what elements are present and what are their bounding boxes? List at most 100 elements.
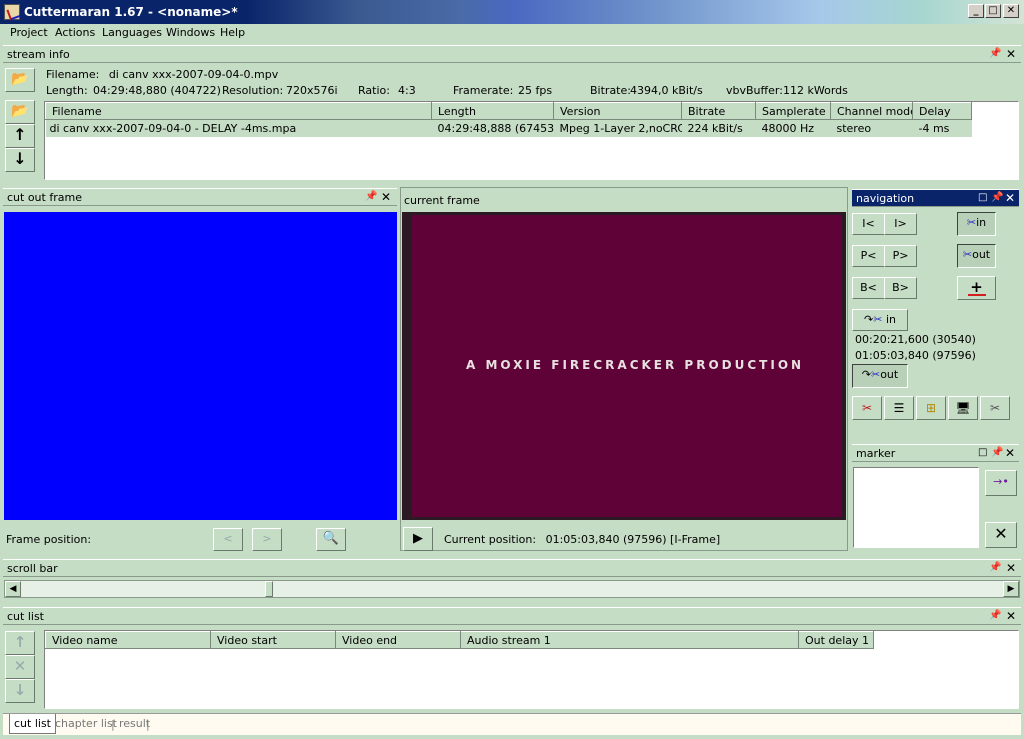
scissors-icon: ✂ [966, 216, 977, 229]
stream-info-header: stream info 📌 ✕ [3, 45, 1021, 63]
scissors-icon: ✂ [870, 368, 881, 381]
scissors-tool-button[interactable]: ✂ [980, 396, 1010, 420]
pin-icon[interactable]: 📌 [989, 610, 1001, 621]
navigation-title: navigation [856, 192, 915, 205]
folder-open-icon: 📂 [11, 71, 29, 87]
col-channel-mode[interactable]: Channel mode [830, 102, 913, 120]
current-position-row: Current position: 01:05:03,840 (97596) [… [444, 533, 720, 546]
scissors-icon: ✂ [861, 401, 873, 415]
menu-windows[interactable]: Windows [162, 26, 219, 39]
scroll-left-button[interactable]: ◀ [5, 581, 21, 597]
p-frame-next-button[interactable]: P> [884, 245, 917, 267]
b-frame-prev-button[interactable]: B< [852, 277, 885, 299]
menu-project[interactable]: Project [6, 26, 52, 39]
add-icon: + [967, 280, 986, 296]
scroll-thumb[interactable] [265, 581, 273, 597]
move-down-button[interactable]: ↓ [5, 148, 35, 172]
arrow-down-icon: ↓ [13, 149, 27, 168]
menu-actions[interactable]: Actions [51, 26, 99, 39]
audio-stream-table[interactable]: Filename Length Version Bitrate Samplera… [44, 101, 1019, 180]
cell-samplerate: 48000 Hz [761, 122, 815, 135]
cut-tool-button[interactable]: ✂ [852, 396, 882, 420]
tab-cut-list[interactable]: cut list [9, 714, 56, 734]
col-video-end[interactable]: Video end [335, 631, 461, 649]
title-bar: Cuttermaran 1.67 - <noname>* _ □ ✕ [0, 0, 1024, 24]
col-delay[interactable]: Delay [912, 102, 972, 120]
pin-icon[interactable]: 📌 [991, 447, 1003, 458]
tab-separator: | [146, 718, 150, 731]
open-audio-button[interactable]: 📂 [5, 100, 35, 124]
col-audio-stream[interactable]: Audio stream 1 [460, 631, 799, 649]
list-tool-button[interactable]: ☰ [884, 396, 914, 420]
cut-list-table[interactable]: Video name Video start Video end Audio s… [44, 630, 1019, 709]
scroll-right-button[interactable]: ▶ [1003, 581, 1019, 597]
zoom-button[interactable]: 🔍 [316, 528, 346, 551]
cut-out-button[interactable]: ✂out [957, 244, 996, 268]
close-icon[interactable]: ✕ [1006, 47, 1016, 61]
col-bitrate[interactable]: Bitrate [681, 102, 756, 120]
i-frame-next-button[interactable]: I> [884, 213, 917, 235]
goto-in-button[interactable]: ↷✂ in [852, 309, 908, 331]
pin-icon[interactable]: 📌 [991, 192, 1003, 203]
close-icon[interactable]: ✕ [1005, 446, 1015, 460]
close-icon[interactable]: ✕ [381, 190, 391, 204]
close-icon[interactable]: ✕ [1005, 191, 1015, 205]
cut-down-button[interactable]: ↓ [5, 679, 35, 703]
cut-delete-button[interactable]: ✕ [5, 655, 35, 679]
vbv-label: vbvBuffer: [726, 84, 783, 97]
i-frame-prev-button[interactable]: I< [852, 213, 885, 235]
menu-languages[interactable]: Languages [98, 26, 166, 39]
delete-marker-button[interactable]: ✕ [985, 522, 1017, 548]
close-icon[interactable]: ✕ [1006, 561, 1016, 575]
play-button[interactable]: ▶ [403, 527, 433, 551]
goto-marker-button[interactable]: →• [985, 470, 1017, 496]
cut-up-button[interactable]: ↑ [5, 631, 35, 655]
add-cut-button[interactable]: + [957, 276, 996, 300]
current-position-label: Current position: [444, 533, 537, 546]
play-icon: ▶ [413, 531, 423, 546]
table-row[interactable]: di canv xxx-2007-09-04-0 - DELAY -4ms.mp… [45, 119, 972, 137]
chapter-tool-button[interactable]: ⊞ [916, 396, 946, 420]
col-version[interactable]: Version [553, 102, 682, 120]
restore-icon[interactable]: □ [978, 447, 987, 458]
marker-list[interactable] [853, 467, 979, 548]
cell-delay: -4 ms [918, 122, 950, 135]
move-up-button[interactable]: ↑ [5, 124, 35, 148]
pin-icon[interactable]: 📌 [989, 562, 1001, 573]
col-video-start[interactable]: Video start [210, 631, 336, 649]
goto-out-button[interactable]: ↷✂out [852, 364, 908, 388]
pin-icon[interactable]: 📌 [989, 48, 1001, 59]
frame-prev-button[interactable]: < [213, 528, 243, 551]
menu-help[interactable]: Help [216, 26, 249, 39]
timeline-scrollbar[interactable]: ◀ ▶ [4, 580, 1020, 598]
minimize-button[interactable]: _ [968, 4, 984, 18]
col-length[interactable]: Length [431, 102, 554, 120]
cell-version: Mpeg 1-Layer 2,noCRC [559, 122, 682, 135]
p-frame-prev-button[interactable]: P< [852, 245, 885, 267]
col-video-name[interactable]: Video name [45, 631, 211, 649]
monitor-tool-button[interactable]: 🖥 [948, 396, 978, 420]
close-icon[interactable]: ✕ [1006, 609, 1016, 623]
restore-icon[interactable]: □ [978, 192, 987, 203]
b-frame-next-button[interactable]: B> [884, 277, 917, 299]
arrow-down-icon: ↓ [13, 681, 27, 699]
frame-next-button[interactable]: > [252, 528, 282, 551]
tab-strip: cut list chapter list | result | [3, 713, 1021, 735]
scroll-bar-title: scroll bar [7, 562, 58, 575]
col-samplerate[interactable]: Samplerate [755, 102, 831, 120]
cell-filename: di canv xxx-2007-09-04-0 - DELAY -4ms.mp… [49, 122, 297, 135]
cut-list-title: cut list [7, 610, 44, 623]
open-video-button[interactable]: 📂 [5, 68, 35, 92]
cut-out-frame-header: cut out frame 📌 ✕ [3, 188, 397, 206]
close-icon: ✕ [13, 657, 27, 675]
cut-list-header: cut list 📌 ✕ [3, 607, 1021, 625]
cut-in-button[interactable]: ✂in [957, 212, 996, 236]
col-filename[interactable]: Filename [45, 102, 432, 120]
close-button[interactable]: ✕ [1003, 4, 1019, 18]
maximize-button[interactable]: □ [985, 4, 1001, 18]
pin-icon[interactable]: 📌 [365, 191, 377, 202]
scissors-icon: ✂ [989, 401, 1001, 415]
col-out-delay[interactable]: Out delay 1 [798, 631, 874, 649]
cut-out-label: out [972, 248, 991, 261]
resolution-value: 720x576i [286, 84, 338, 97]
